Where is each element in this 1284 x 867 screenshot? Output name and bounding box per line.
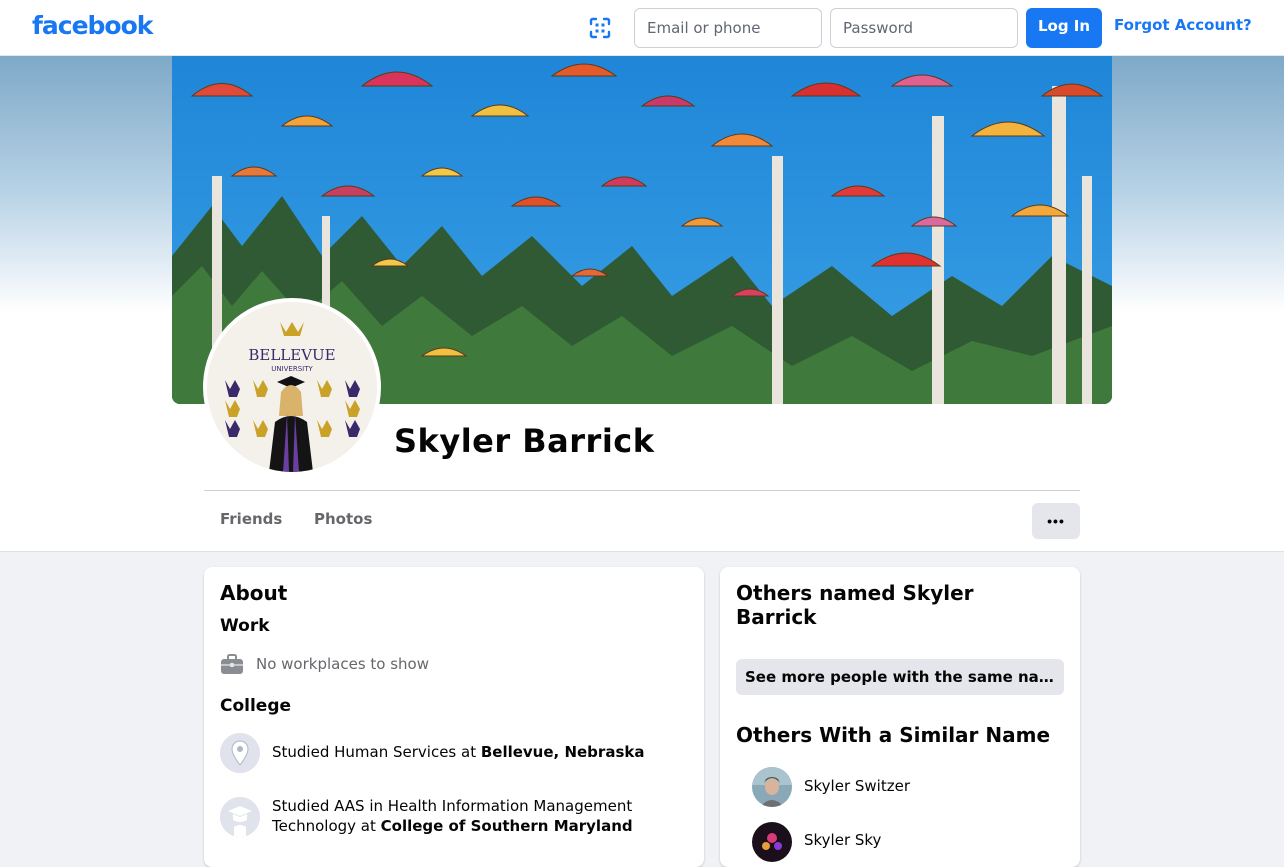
others-named-card: Others named Skyler Barrick See more peo…: [720, 567, 1080, 867]
header-divider: [204, 490, 1080, 491]
school-icon: [220, 797, 260, 837]
others-named-title-line1: Others named Skyler: [736, 581, 974, 605]
person-name[interactable]: Skyler Sky: [804, 831, 881, 849]
about-title: About: [220, 581, 288, 605]
password-input[interactable]: [830, 8, 1018, 48]
college-item-2-place[interactable]: College of Southern Maryland: [381, 817, 633, 835]
college-item-2-prefix: Technology at: [272, 817, 381, 835]
person-avatar[interactable]: [752, 822, 792, 862]
work-heading: Work: [220, 616, 270, 636]
see-more-same-name-button[interactable]: See more people with the same name: [736, 659, 1064, 695]
others-named-title-line2: Barrick: [736, 605, 817, 629]
email-or-phone-input[interactable]: [634, 8, 822, 48]
no-workplaces-text: No workplaces to show: [256, 655, 429, 673]
avatar-text-bellevue: BELLEVUE: [248, 346, 335, 364]
tab-friends[interactable]: Friends: [220, 510, 282, 528]
similar-name-title: Others With a Similar Name: [736, 723, 1051, 747]
college-item-1-place[interactable]: Bellevue, Nebraska: [481, 743, 645, 761]
top-navigation-bar: facebook Log In Forgot Account?: [0, 0, 1284, 56]
location-pin-icon: [220, 733, 260, 773]
avatar-text-university: UNIVERSITY: [271, 365, 313, 373]
about-card: About Work No workplaces to show College…: [204, 567, 704, 867]
briefcase-icon: [220, 653, 244, 675]
person-avatar[interactable]: [752, 767, 792, 807]
profile-header: BELLEVUE UNIVERSITY Skyler Barrick Frien…: [0, 56, 1284, 552]
others-named-title: Others named Skyler Barrick: [736, 581, 974, 629]
tab-photos[interactable]: Photos: [314, 510, 372, 528]
more-options-button[interactable]: •••: [1032, 503, 1080, 539]
college-item-2-line1: Studied AAS in Health Information Manage…: [272, 797, 633, 815]
facebook-logo[interactable]: facebook: [32, 11, 153, 40]
college-item-2: Studied AAS in Health Information Manage…: [272, 796, 633, 836]
profile-picture[interactable]: BELLEVUE UNIVERSITY: [203, 298, 381, 476]
log-in-button[interactable]: Log In: [1026, 8, 1102, 48]
forgot-account-link[interactable]: Forgot Account?: [1114, 16, 1252, 34]
person-name[interactable]: Skyler Switzer: [804, 777, 910, 795]
profile-picture-image: BELLEVUE UNIVERSITY: [207, 302, 377, 472]
face-scan-icon[interactable]: [588, 16, 612, 40]
college-heading: College: [220, 696, 292, 716]
college-item-1-prefix: Studied Human Services at: [272, 743, 481, 761]
profile-name: Skyler Barrick: [394, 422, 655, 460]
college-item-1: Studied Human Services at Bellevue, Nebr…: [272, 742, 644, 762]
college-item-2-line2: Technology at College of Southern Maryla…: [272, 816, 633, 836]
